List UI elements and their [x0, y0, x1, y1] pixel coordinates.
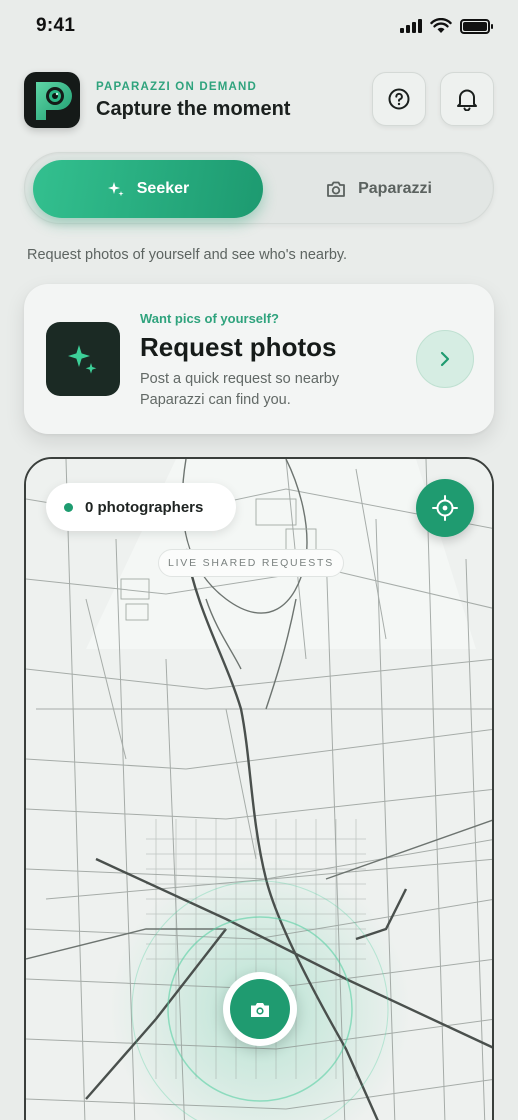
page-subtitle: Request photos of yourself and see who's…	[27, 247, 348, 263]
cellular-signal-icon	[400, 19, 422, 33]
battery-icon	[460, 18, 493, 34]
camera-button[interactable]	[223, 972, 297, 1046]
sparkle-icon	[68, 345, 97, 374]
photographers-count-label: 0 photographers	[85, 498, 204, 516]
camera-button-inner	[230, 979, 290, 1039]
status-bar: 9:41	[0, 0, 518, 52]
seeker-tab-label: Seeker	[136, 180, 190, 197]
locate-me-button[interactable]	[416, 479, 474, 537]
photographers-count-pill: 0 photographers	[46, 483, 236, 531]
status-time: 9:41	[36, 15, 76, 36]
app-eyebrow: PAPARAZZI ON DEMAND	[96, 81, 258, 93]
mode-toggle: Seeker Paparazzi	[24, 152, 494, 224]
app-header: PAPARAZZI ON DEMAND Capture the moment	[24, 72, 494, 130]
request-card-eyebrow: Want pics of yourself?	[140, 311, 279, 326]
wifi-icon	[430, 18, 452, 33]
request-card-title: Request photos	[140, 332, 337, 362]
paparazzi-tab-label: Paparazzi	[358, 180, 432, 197]
request-card-icon	[46, 322, 120, 396]
request-card-arrow-button[interactable]	[416, 330, 474, 388]
live-map[interactable]: 0 photographers LIVE SHARED REQUESTS	[24, 457, 494, 1120]
paparazzi-logo-icon	[36, 82, 72, 120]
paparazzi-tab[interactable]: Paparazzi	[271, 160, 487, 218]
online-dot	[64, 502, 73, 512]
status-icons	[400, 18, 493, 34]
request-photos-card[interactable]: Want pics of yourself? Request photos Po…	[24, 284, 494, 434]
seeker-tab[interactable]: Seeker	[33, 160, 263, 218]
camera-icon	[251, 1002, 269, 1017]
camera-icon	[327, 181, 345, 197]
help-button[interactable]	[372, 72, 426, 126]
crosshair-icon	[432, 495, 458, 521]
notifications-button[interactable]	[440, 72, 494, 126]
request-card-description: Post a quick request so nearby Paparazzi…	[140, 371, 340, 408]
bell-icon	[457, 89, 477, 111]
app-logo	[24, 72, 80, 128]
sparkle-icon	[107, 182, 124, 197]
question-circle-icon	[388, 88, 410, 110]
app-title: Capture the moment	[96, 98, 291, 120]
chevron-right-icon	[440, 351, 450, 367]
live-shared-requests-badge: LIVE SHARED REQUESTS	[158, 549, 344, 577]
